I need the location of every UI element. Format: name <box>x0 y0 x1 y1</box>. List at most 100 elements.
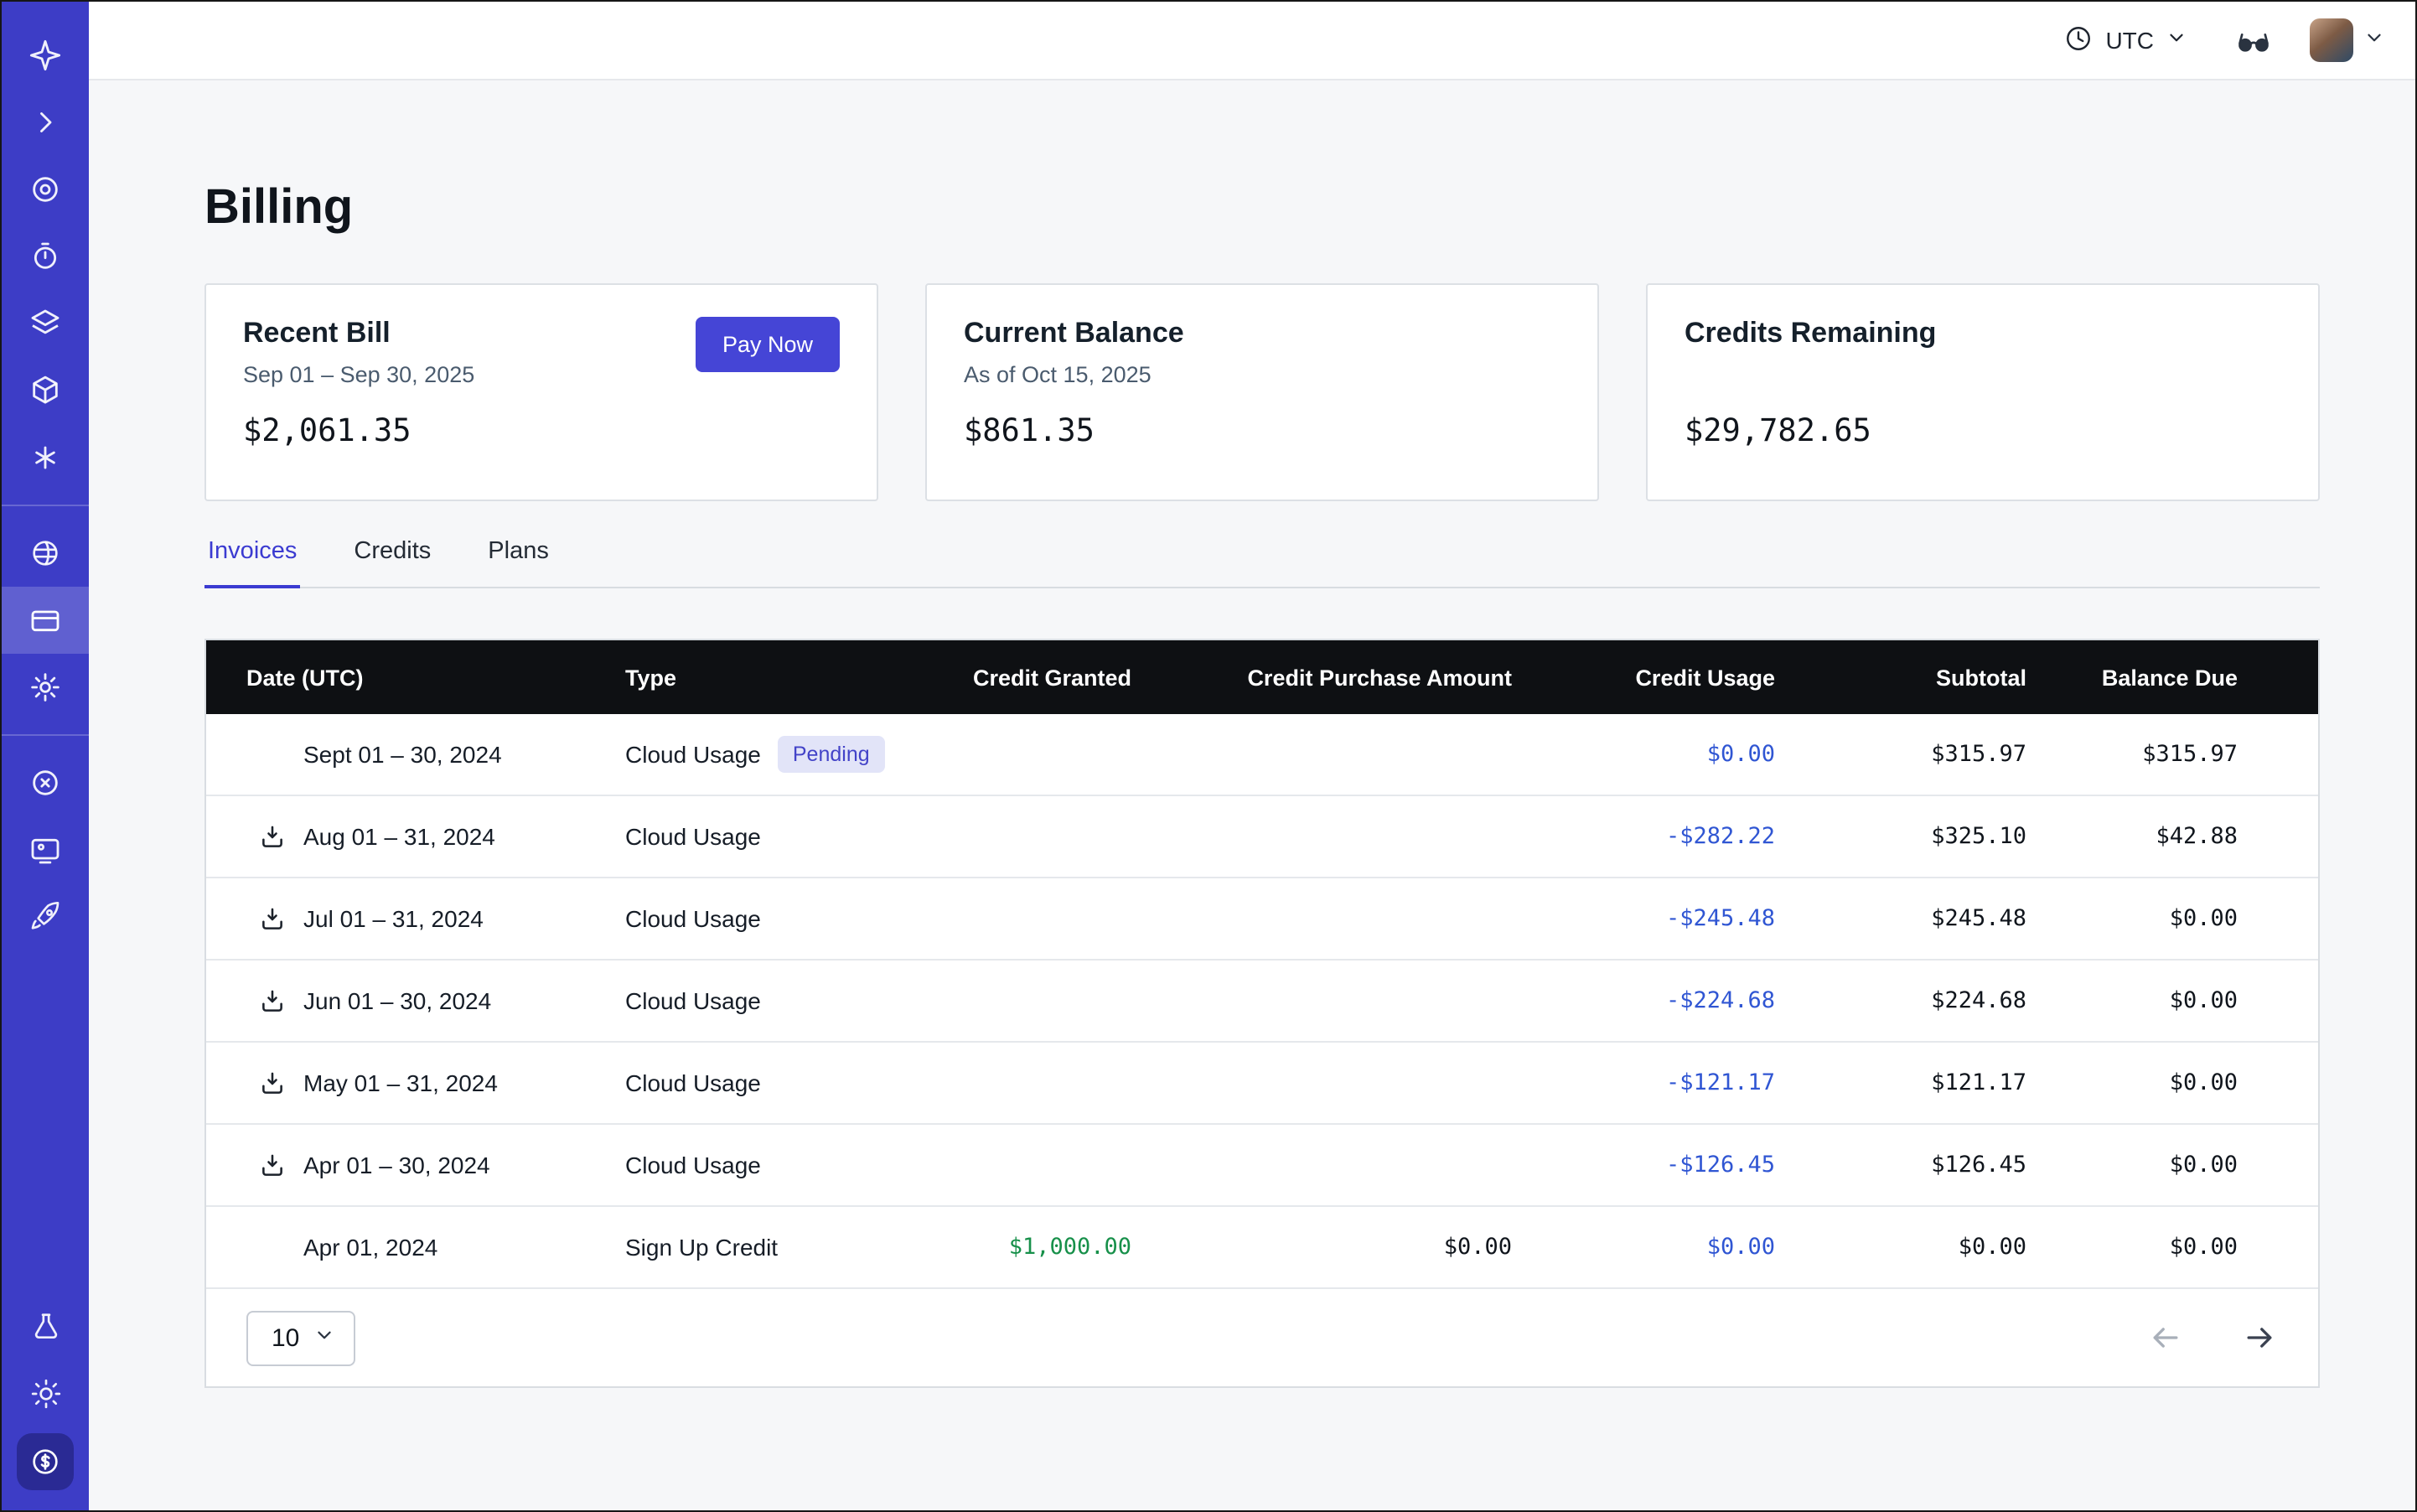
asterisk-icon[interactable] <box>2 424 89 491</box>
tab-credits[interactable]: Credits <box>350 538 434 587</box>
content: Billing Recent Bill Sep 01 – Sep 30, 202… <box>89 80 2415 1510</box>
globe-icon[interactable] <box>2 520 89 587</box>
chevron-down-icon <box>2363 27 2385 54</box>
card-subtitle <box>1685 362 2281 389</box>
chevron-down-icon <box>313 1323 334 1352</box>
sun-icon[interactable] <box>2 1359 89 1427</box>
invoice-date-cell: Aug 01 – 31, 2024 <box>206 820 625 853</box>
download-invoice-button[interactable] <box>255 984 288 1017</box>
invoice-type-cell: Cloud Usage <box>625 1152 910 1178</box>
timezone-label: UTC <box>2105 27 2154 54</box>
invoice-date-cell: Apr 01, 2024 <box>206 1230 625 1264</box>
topbar: UTC <box>89 2 2415 80</box>
subtotal-value: $121.17 <box>1775 1069 2026 1096</box>
invoice-date: Aug 01 – 31, 2024 <box>303 823 495 850</box>
column-header-subtotal: Subtotal <box>1775 665 2026 690</box>
invoice-date: May 01 – 31, 2024 <box>303 1069 498 1096</box>
next-page-button[interactable] <box>2241 1319 2278 1356</box>
subtotal-value: $0.00 <box>1775 1234 2026 1261</box>
subtotal-value: $325.10 <box>1775 823 2026 850</box>
rocket-icon[interactable] <box>2 883 89 950</box>
column-header-credit-granted: Credit Granted <box>910 665 1131 690</box>
balance-due-value: $0.00 <box>2026 987 2318 1014</box>
invoice-rows: Sept 01 – 30, 2024Cloud UsagePending $0.0… <box>206 714 2318 1289</box>
credit-purchase-value: $0.00 <box>1131 1234 1512 1261</box>
download-spacer <box>255 738 288 771</box>
column-header-credit-usage: Credit Usage <box>1512 665 1775 690</box>
card-subtitle: Sep 01 – Sep 30, 2025 <box>243 362 474 389</box>
clock-icon <box>2063 23 2094 58</box>
column-header-date: Date (UTC) <box>206 665 625 690</box>
column-header-balance-due: Balance Due <box>2026 665 2318 690</box>
billing-tabs: Invoices Credits Plans <box>204 538 2320 588</box>
credit-usage-value: -$245.48 <box>1512 905 1775 932</box>
invoice-type: Cloud Usage <box>625 987 761 1014</box>
account-menu[interactable] <box>2310 18 2385 62</box>
sidebar <box>2 2 89 1510</box>
invoice-date-cell: Jul 01 – 31, 2024 <box>206 902 625 935</box>
page-size-select[interactable]: 10 <box>246 1310 355 1365</box>
billing-card-icon[interactable] <box>2 587 89 654</box>
tab-plans[interactable]: Plans <box>484 538 552 587</box>
invoice-type: Cloud Usage <box>625 1069 761 1096</box>
invoice-date: Jun 01 – 30, 2024 <box>303 987 491 1014</box>
target-icon[interactable] <box>2 156 89 223</box>
avatar <box>2310 18 2353 62</box>
gear-icon[interactable] <box>2 654 89 721</box>
summary-cards: Recent Bill Sep 01 – Sep 30, 2025 Pay No… <box>204 283 2320 501</box>
invoice-date-cell: Sept 01 – 30, 2024 <box>206 738 625 771</box>
invoice-date-cell: May 01 – 31, 2024 <box>206 1066 625 1100</box>
invoice-type-cell: Cloud Usage <box>625 823 910 850</box>
subtotal-value: $126.45 <box>1775 1152 2026 1178</box>
tab-invoices[interactable]: Invoices <box>204 538 300 587</box>
credit-usage-value: -$126.45 <box>1512 1152 1775 1178</box>
invoice-type: Cloud Usage <box>625 741 761 768</box>
logo-icon[interactable] <box>2 22 89 89</box>
credit-usage-value: -$224.68 <box>1512 987 1775 1014</box>
credit-usage-value: $0.00 <box>1512 741 1775 768</box>
invoice-date-cell: Jun 01 – 30, 2024 <box>206 984 625 1017</box>
invoice-type: Cloud Usage <box>625 905 761 932</box>
column-header-credit-purchase-amount: Credit Purchase Amount <box>1131 665 1512 690</box>
balance-due-value: $0.00 <box>2026 905 2318 932</box>
cube-icon[interactable] <box>2 357 89 424</box>
invoice-type-cell: Cloud Usage <box>625 1069 910 1096</box>
download-invoice-button[interactable] <box>255 1148 288 1182</box>
current-balance-amount: $861.35 <box>964 414 1560 449</box>
invoice-type-cell: Cloud UsagePending <box>625 736 910 773</box>
circle-x-icon[interactable] <box>2 749 89 816</box>
credit-usage-value: -$282.22 <box>1512 823 1775 850</box>
invoice-date: Apr 01 – 30, 2024 <box>303 1152 490 1178</box>
invoice-type: Cloud Usage <box>625 1152 761 1178</box>
download-invoice-button[interactable] <box>255 820 288 853</box>
invoice-type: Cloud Usage <box>625 823 761 850</box>
card-title: Recent Bill <box>243 317 474 350</box>
flask-icon[interactable] <box>2 1292 89 1359</box>
table-row: Jul 01 – 31, 2024Cloud Usage -$245.48$245… <box>206 878 2318 961</box>
current-balance-card: Current Balance As of Oct 15, 2025 $861.… <box>925 283 1599 501</box>
invoices-table: Date (UTC) Type Credit Granted Credit Pu… <box>204 639 2320 1388</box>
pay-now-button[interactable]: Pay Now <box>696 317 840 372</box>
credits-remaining-card: Credits Remaining $29,782.65 <box>1646 283 2320 501</box>
dollar-circle-icon[interactable] <box>17 1433 74 1490</box>
app-window: UTC Billing <box>0 0 2417 1512</box>
download-invoice-button[interactable] <box>255 1066 288 1100</box>
table-row: Apr 01 – 30, 2024 Cloud Usage -$126.45$126… <box>206 1125 2318 1207</box>
subtotal-value: $245.48 <box>1775 905 2026 932</box>
chevron-right-icon[interactable] <box>2 89 89 156</box>
column-header-type: Type <box>625 665 910 690</box>
table-row: Jun 01 – 30, 2024Cloud Usage-$224.68$224… <box>206 961 2318 1043</box>
glasses-icon[interactable] <box>2234 21 2273 60</box>
timezone-dropdown[interactable]: UTC <box>2053 21 2197 60</box>
invoice-date-cell: Apr 01 – 30, 2024 <box>206 1148 625 1182</box>
download-invoice-button[interactable] <box>255 902 288 935</box>
layers-icon[interactable] <box>2 290 89 357</box>
recent-bill-card: Recent Bill Sep 01 – Sep 30, 2025 Pay No… <box>204 283 878 501</box>
timer-icon[interactable] <box>2 223 89 290</box>
balance-due-value: $0.00 <box>2026 1234 2318 1261</box>
previous-page-button[interactable] <box>2147 1319 2184 1356</box>
balance-due-value: $42.88 <box>2026 823 2318 850</box>
monitor-icon[interactable] <box>2 816 89 883</box>
sidebar-divider <box>2 505 89 506</box>
invoice-type: Sign Up Credit <box>625 1234 778 1261</box>
